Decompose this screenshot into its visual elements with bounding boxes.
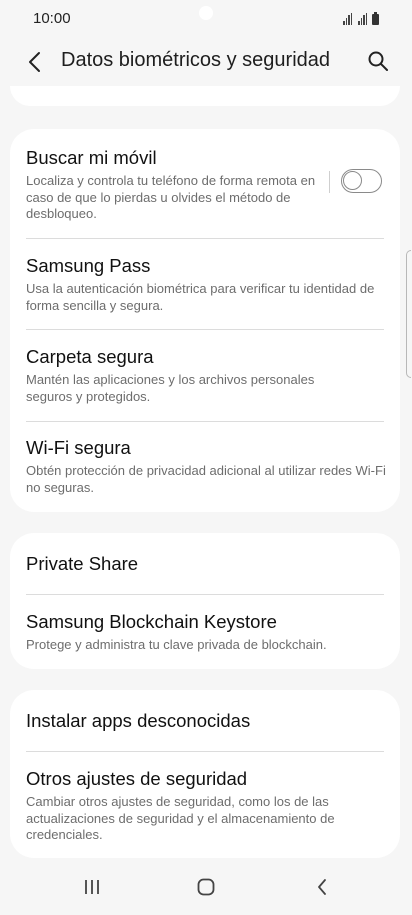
back-button[interactable] <box>20 48 48 76</box>
list-item-buscar-mi-movil[interactable]: Buscar mi móvil Localiza y controla tu t… <box>26 147 392 223</box>
other-settings-card: Instalar apps desconocidas Otros ajustes… <box>10 690 400 858</box>
home-button[interactable] <box>186 872 226 902</box>
search-button[interactable] <box>364 47 392 75</box>
toggle-separator <box>329 171 330 193</box>
item-subtitle: Obtén protección de privacidad adicional… <box>26 463 386 495</box>
divider <box>26 751 384 752</box>
list-item-otros-ajustes[interactable]: Otros ajustes de seguridad Cambiar otros… <box>26 768 392 844</box>
list-item-instalar-apps[interactable]: Instalar apps desconocidas <box>26 710 392 732</box>
page-title: Datos biométricos y seguridad <box>61 49 331 71</box>
divider <box>26 329 384 330</box>
security-card: Buscar mi móvil Localiza y controla tu t… <box>10 129 400 512</box>
scroll-indicator[interactable] <box>406 250 411 378</box>
list-item-wifi-segura[interactable]: Wi-Fi segura Obtén protección de privaci… <box>26 437 392 496</box>
chevron-left-icon <box>29 52 40 72</box>
item-title: Wi-Fi segura <box>26 437 131 458</box>
item-subtitle: Usa la autenticación biométrica para ver… <box>26 281 375 313</box>
item-title: Samsung Pass <box>26 255 151 276</box>
status-time: 10:00 <box>33 9 71 27</box>
navigation-bar <box>0 858 412 915</box>
signal-icon <box>343 13 352 25</box>
buscar-mi-movil-toggle[interactable] <box>341 169 382 193</box>
item-subtitle: Protege y administra tu clave privada de… <box>26 637 327 652</box>
item-title: Buscar mi móvil <box>26 147 157 168</box>
toggle-knob <box>343 171 362 190</box>
item-title: Samsung Blockchain Keystore <box>26 611 277 632</box>
item-subtitle: Localiza y controla tu teléfono de forma… <box>26 173 316 221</box>
recents-icon <box>85 880 99 894</box>
item-subtitle: Cambiar otros ajustes de seguridad, como… <box>26 794 335 842</box>
status-icons <box>343 11 379 25</box>
divider <box>26 594 384 595</box>
nav-back-button[interactable] <box>302 872 342 902</box>
list-item-carpeta-segura[interactable]: Carpeta segura Mantén las aplicaciones y… <box>26 346 392 405</box>
list-item-private-share[interactable]: Private Share <box>26 553 392 575</box>
home-icon <box>197 878 215 896</box>
search-icon <box>368 51 388 71</box>
item-title: Instalar apps desconocidas <box>26 710 251 731</box>
item-title: Carpeta segura <box>26 346 154 367</box>
list-item-samsung-pass[interactable]: Samsung Pass Usa la autenticación biomét… <box>26 255 392 314</box>
signal-icon <box>358 13 367 25</box>
camera-cutout <box>199 6 213 20</box>
item-subtitle: Mantén las aplicaciones y los archivos p… <box>26 372 315 404</box>
battery-icon <box>372 12 379 25</box>
divider <box>26 421 384 422</box>
item-title: Private Share <box>26 553 139 574</box>
divider <box>26 238 384 239</box>
app-bar: Datos biométricos y seguridad <box>0 36 412 86</box>
recents-button[interactable] <box>72 872 112 902</box>
item-title: Otros ajustes de seguridad <box>26 768 248 789</box>
list-item-blockchain-keystore[interactable]: Samsung Blockchain Keystore Protege y ad… <box>26 611 392 654</box>
private-card: Private Share Samsung Blockchain Keystor… <box>10 533 400 669</box>
back-icon <box>318 879 326 895</box>
previous-card-edge <box>10 86 400 106</box>
